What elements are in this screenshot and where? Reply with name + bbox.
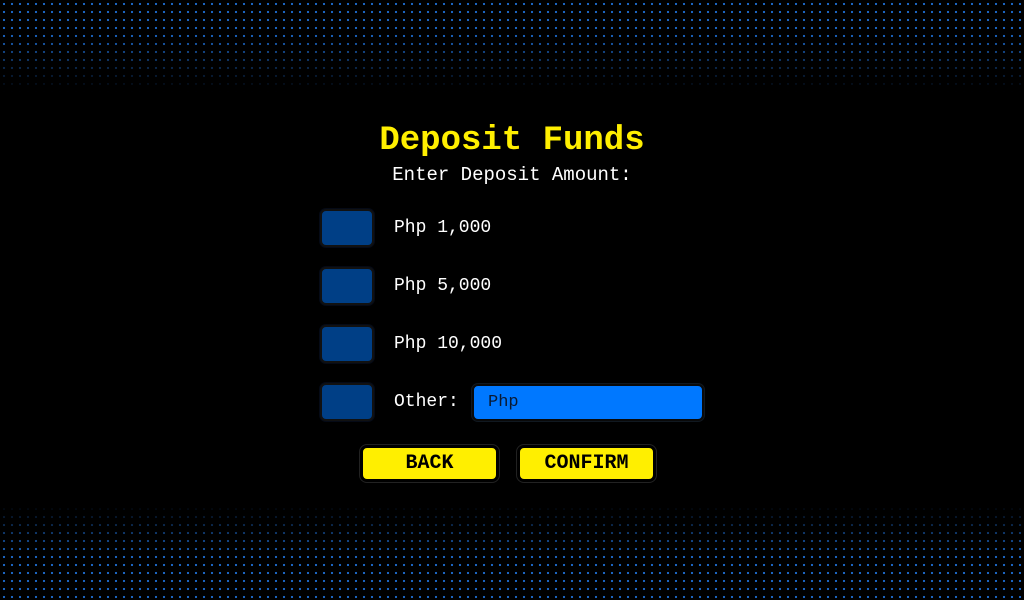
option-label-other: Other: xyxy=(394,392,459,412)
option-row-other[interactable]: Other: xyxy=(320,383,459,421)
other-amount-input[interactable] xyxy=(472,384,704,421)
option-checkbox-10000[interactable] xyxy=(320,325,374,363)
option-label-5000: Php 5,000 xyxy=(394,276,492,296)
option-label-10000: Php 10,000 xyxy=(394,334,503,354)
page-title: Deposit Funds xyxy=(379,122,645,160)
back-button[interactable]: BACK xyxy=(360,445,499,482)
deposit-screen: Deposit Funds Enter Deposit Amount: Php … xyxy=(0,0,1024,600)
dot-pattern-bottom xyxy=(0,505,1024,600)
option-checkbox-1000[interactable] xyxy=(320,209,374,247)
option-row-10000[interactable]: Php 10,000 xyxy=(320,325,502,363)
page-subtitle: Enter Deposit Amount: xyxy=(392,164,632,186)
dot-pattern-top xyxy=(0,0,1024,92)
option-checkbox-other[interactable] xyxy=(320,383,374,421)
option-row-5000[interactable]: Php 5,000 xyxy=(320,267,491,305)
option-row-1000[interactable]: Php 1,000 xyxy=(320,209,491,247)
option-label-1000: Php 1,000 xyxy=(394,218,492,238)
option-checkbox-5000[interactable] xyxy=(320,267,374,305)
confirm-button[interactable]: CONFIRM xyxy=(517,445,656,482)
